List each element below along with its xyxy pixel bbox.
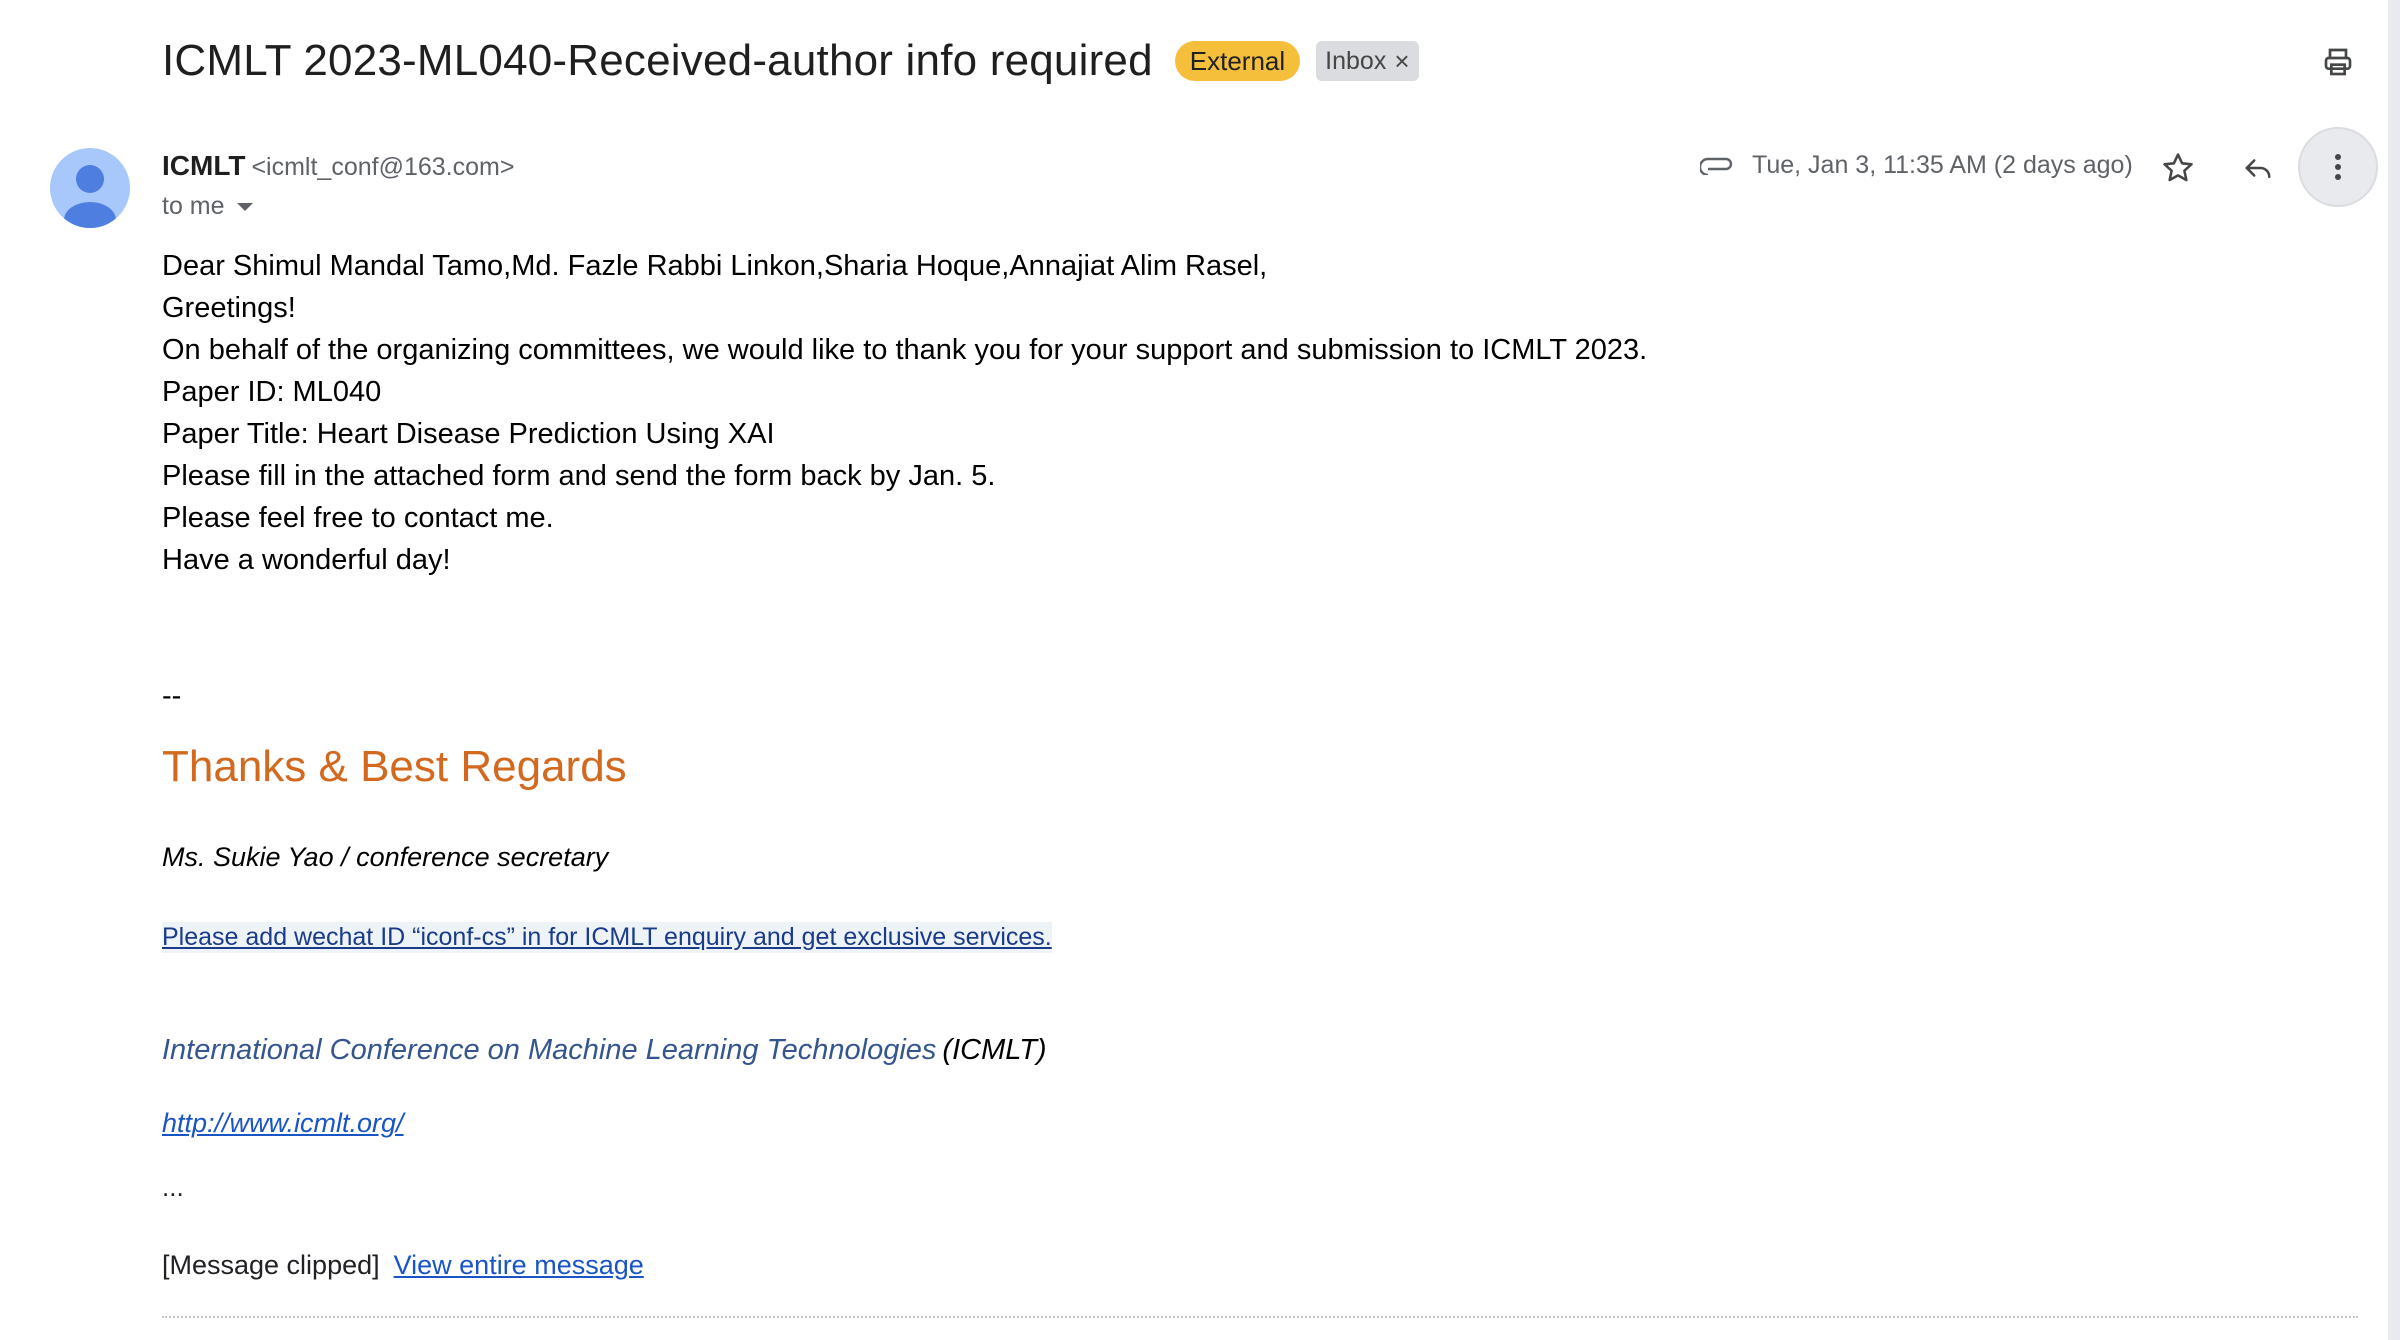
- website-link[interactable]: http://www.icmlt.org/: [162, 1108, 404, 1139]
- body-line: Please fill in the attached form and sen…: [162, 460, 996, 492]
- body-line: Please feel free to contact me.: [162, 502, 554, 534]
- external-badge: External: [1174, 41, 1301, 81]
- message-clipped-text: [Message clipped]: [162, 1250, 380, 1280]
- conference-abbr: (ICMLT): [942, 1034, 1047, 1066]
- close-icon[interactable]: ×: [1394, 46, 1409, 76]
- body-line-paper-title: Paper Title: Heart Disease Prediction Us…: [162, 418, 775, 450]
- body-line-paper-id: Paper ID: ML040: [162, 376, 382, 408]
- avatar[interactable]: [50, 148, 130, 228]
- subject-row: ICMLT 2023-ML040-Received-author info re…: [162, 36, 1419, 86]
- message-clipped-row: [Message clipped] View entire message: [162, 1250, 644, 1281]
- signature-ellipsis: ...: [162, 1172, 184, 1202]
- email-subject: ICMLT 2023-ML040-Received-author info re…: [162, 36, 1153, 85]
- wechat-link[interactable]: Please add wechat ID “iconf-cs” in for I…: [162, 922, 1052, 953]
- recipient-details-toggle[interactable]: to me: [162, 192, 253, 221]
- reply-button[interactable]: [2228, 138, 2288, 198]
- sender-name[interactable]: ICMLT: [162, 150, 245, 182]
- body-line: Have a wonderful day!: [162, 544, 451, 576]
- signature-regards: Thanks & Best Regards: [162, 742, 627, 791]
- inbox-label-text: Inbox: [1325, 47, 1387, 75]
- more-options-button[interactable]: [2298, 127, 2378, 207]
- star-icon: [2163, 153, 2193, 182]
- recipient-label: to me: [162, 192, 225, 220]
- conference-line: International Conference on Machine Lear…: [162, 1034, 1047, 1067]
- signature-separator: --: [162, 680, 182, 712]
- message-date: Tue, Jan 3, 11:35 AM (2 days ago): [1752, 150, 2133, 179]
- body-line: On behalf of the organizing committees, …: [162, 334, 1648, 366]
- avatar-icon: [64, 165, 116, 228]
- sender-email: <icmlt_conf@163.com>: [251, 153, 515, 181]
- print-button[interactable]: [2316, 40, 2360, 84]
- body-line: Greetings!: [162, 292, 296, 324]
- star-button[interactable]: [2148, 138, 2208, 198]
- scrollbar-track[interactable]: [2388, 0, 2400, 1340]
- more-vert-icon: [2335, 154, 2341, 180]
- sender-row: ICMLT <icmlt_conf@163.com>: [162, 150, 514, 182]
- conference-name: International Conference on Machine Lear…: [162, 1034, 937, 1066]
- print-icon: [2324, 48, 2352, 76]
- view-entire-message-link[interactable]: View entire message: [394, 1250, 644, 1281]
- signature-secretary: Ms. Sukie Yao / conference secretary: [162, 842, 609, 872]
- message-body: Dear Shimul Mandal Tamo,Md. Fazle Rabbi …: [162, 245, 2342, 581]
- caret-down-icon: [236, 202, 253, 211]
- message-meta: Tue, Jan 3, 11:35 AM (2 days ago): [1700, 150, 2133, 180]
- divider: [162, 1316, 2358, 1318]
- reply-icon: [2245, 159, 2271, 178]
- inbox-label-chip[interactable]: Inbox ×: [1316, 41, 1419, 81]
- attachment-icon: [1700, 150, 1736, 180]
- body-line-greeting: Dear Shimul Mandal Tamo,Md. Fazle Rabbi …: [162, 250, 1268, 282]
